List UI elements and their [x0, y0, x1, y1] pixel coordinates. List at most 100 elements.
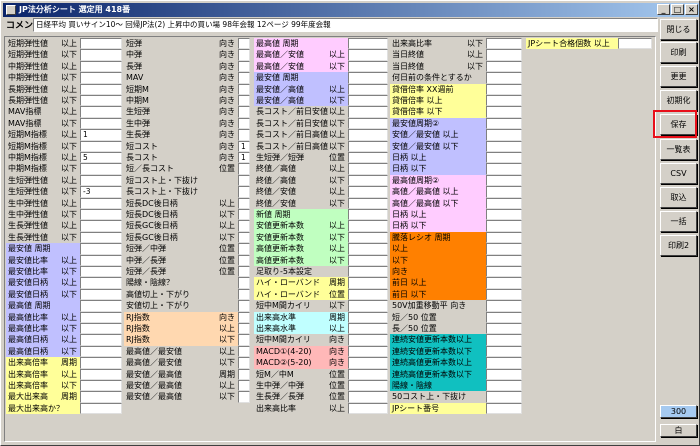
- condition-value-field[interactable]: [486, 49, 522, 61]
- condition-value-field[interactable]: [238, 186, 250, 198]
- condition-value-field[interactable]: [486, 117, 522, 130]
- condition-value-field[interactable]: [238, 174, 250, 187]
- condition-value-field[interactable]: [618, 38, 652, 50]
- condition-value-field[interactable]: [348, 163, 388, 175]
- condition-value-field[interactable]: [486, 288, 522, 301]
- condition-value-field[interactable]: [486, 209, 522, 221]
- condition-value-field[interactable]: [80, 254, 122, 266]
- condition-value-field[interactable]: [80, 288, 122, 301]
- condition-value-field[interactable]: [348, 357, 388, 369]
- condition-value-field[interactable]: [348, 83, 388, 95]
- condition-value-field[interactable]: [238, 83, 250, 95]
- condition-value-field[interactable]: [486, 72, 522, 84]
- condition-value-field[interactable]: [348, 231, 388, 244]
- condition-value-field[interactable]: [80, 345, 122, 358]
- minimize-button[interactable]: _: [657, 4, 670, 15]
- condition-value-field[interactable]: [80, 83, 122, 95]
- condition-value-field[interactable]: [348, 288, 388, 301]
- condition-value-field[interactable]: [238, 288, 250, 301]
- condition-value-field[interactable]: [486, 129, 522, 141]
- condition-value-field[interactable]: [80, 60, 122, 73]
- condition-value-field[interactable]: [348, 323, 388, 335]
- condition-value-field[interactable]: [348, 72, 388, 84]
- condition-value-field[interactable]: [486, 231, 522, 244]
- condition-value-field[interactable]: [238, 106, 250, 118]
- white-button[interactable]: 白: [660, 424, 697, 437]
- condition-value-field[interactable]: [238, 209, 250, 221]
- condition-value-field[interactable]: [238, 345, 250, 358]
- condition-value-field[interactable]: 1: [238, 140, 250, 152]
- condition-value-field[interactable]: [238, 266, 250, 278]
- condition-value-field[interactable]: [486, 243, 522, 255]
- condition-value-field[interactable]: [80, 209, 122, 221]
- condition-value-field[interactable]: [80, 323, 122, 335]
- condition-value-field[interactable]: 5: [80, 152, 122, 164]
- close-window-button[interactable]: ×: [685, 4, 698, 15]
- initialize-button[interactable]: 初期化: [660, 90, 697, 111]
- condition-value-field[interactable]: [238, 72, 250, 84]
- condition-value-field[interactable]: [486, 345, 522, 358]
- condition-value-field[interactable]: [486, 163, 522, 175]
- condition-value-field[interactable]: [238, 163, 250, 175]
- condition-value-field[interactable]: [348, 60, 388, 73]
- condition-value-field[interactable]: [486, 140, 522, 152]
- condition-value-field[interactable]: [80, 243, 122, 255]
- condition-value-field[interactable]: [238, 197, 250, 209]
- condition-value-field[interactable]: [80, 334, 122, 346]
- condition-value-field[interactable]: [238, 49, 250, 61]
- condition-value-field[interactable]: [348, 300, 388, 312]
- condition-value-field[interactable]: [486, 95, 522, 107]
- condition-value-field[interactable]: [486, 152, 522, 164]
- condition-value-field[interactable]: [348, 95, 388, 107]
- condition-value-field[interactable]: [80, 140, 122, 152]
- condition-value-field[interactable]: [238, 243, 250, 255]
- condition-value-field[interactable]: [348, 345, 388, 358]
- condition-value-field[interactable]: [238, 117, 250, 130]
- condition-value-field[interactable]: [80, 380, 122, 392]
- condition-value-field[interactable]: [80, 174, 122, 187]
- csv-button[interactable]: CSV: [660, 163, 697, 184]
- condition-value-field[interactable]: [486, 391, 522, 403]
- close-sheet-button[interactable]: 閉じる: [660, 19, 697, 40]
- condition-value-field[interactable]: [486, 368, 522, 380]
- condition-value-field[interactable]: [348, 129, 388, 141]
- condition-value-field[interactable]: [80, 38, 122, 50]
- condition-value-field[interactable]: [238, 380, 250, 392]
- condition-value-field[interactable]: [80, 197, 122, 209]
- condition-value-field[interactable]: [486, 323, 522, 335]
- condition-value-field[interactable]: [348, 334, 388, 346]
- condition-value-field[interactable]: [348, 220, 388, 232]
- condition-value-field[interactable]: [80, 220, 122, 232]
- condition-value-field[interactable]: [348, 277, 388, 289]
- condition-value-field[interactable]: [486, 300, 522, 312]
- list-view-button[interactable]: 一覧表: [660, 139, 697, 160]
- condition-value-field[interactable]: [238, 220, 250, 232]
- condition-value-field[interactable]: [348, 402, 388, 415]
- condition-value-field[interactable]: [486, 311, 522, 323]
- condition-value-field[interactable]: [486, 174, 522, 187]
- condition-value-field[interactable]: [80, 231, 122, 244]
- condition-value-field[interactable]: [348, 49, 388, 61]
- condition-value-field[interactable]: [348, 106, 388, 118]
- condition-value-field[interactable]: [238, 300, 250, 312]
- condition-value-field[interactable]: [486, 60, 522, 73]
- condition-value-field[interactable]: [80, 391, 122, 403]
- condition-value-field[interactable]: [486, 334, 522, 346]
- condition-value-field[interactable]: [238, 60, 250, 73]
- count-300-button[interactable]: 300: [660, 405, 697, 418]
- condition-value-field[interactable]: [348, 368, 388, 380]
- comment-field[interactable]: 日経平均 買いサイン10～ 回帰JP法(2) 上昇中の買い場 98年会報 12ペ…: [33, 18, 658, 32]
- condition-value-field[interactable]: [80, 300, 122, 312]
- maximize-button[interactable]: □: [671, 4, 684, 15]
- condition-value-field[interactable]: [348, 197, 388, 209]
- condition-value-field[interactable]: [238, 357, 250, 369]
- print-button[interactable]: 印刷: [660, 42, 697, 63]
- condition-value-field[interactable]: [238, 334, 250, 346]
- condition-value-field[interactable]: [348, 209, 388, 221]
- condition-value-field[interactable]: [486, 254, 522, 266]
- condition-value-field[interactable]: [80, 117, 122, 130]
- condition-value-field[interactable]: [238, 277, 250, 289]
- condition-value-field[interactable]: [486, 357, 522, 369]
- condition-value-field[interactable]: [80, 72, 122, 84]
- condition-value-field[interactable]: [80, 277, 122, 289]
